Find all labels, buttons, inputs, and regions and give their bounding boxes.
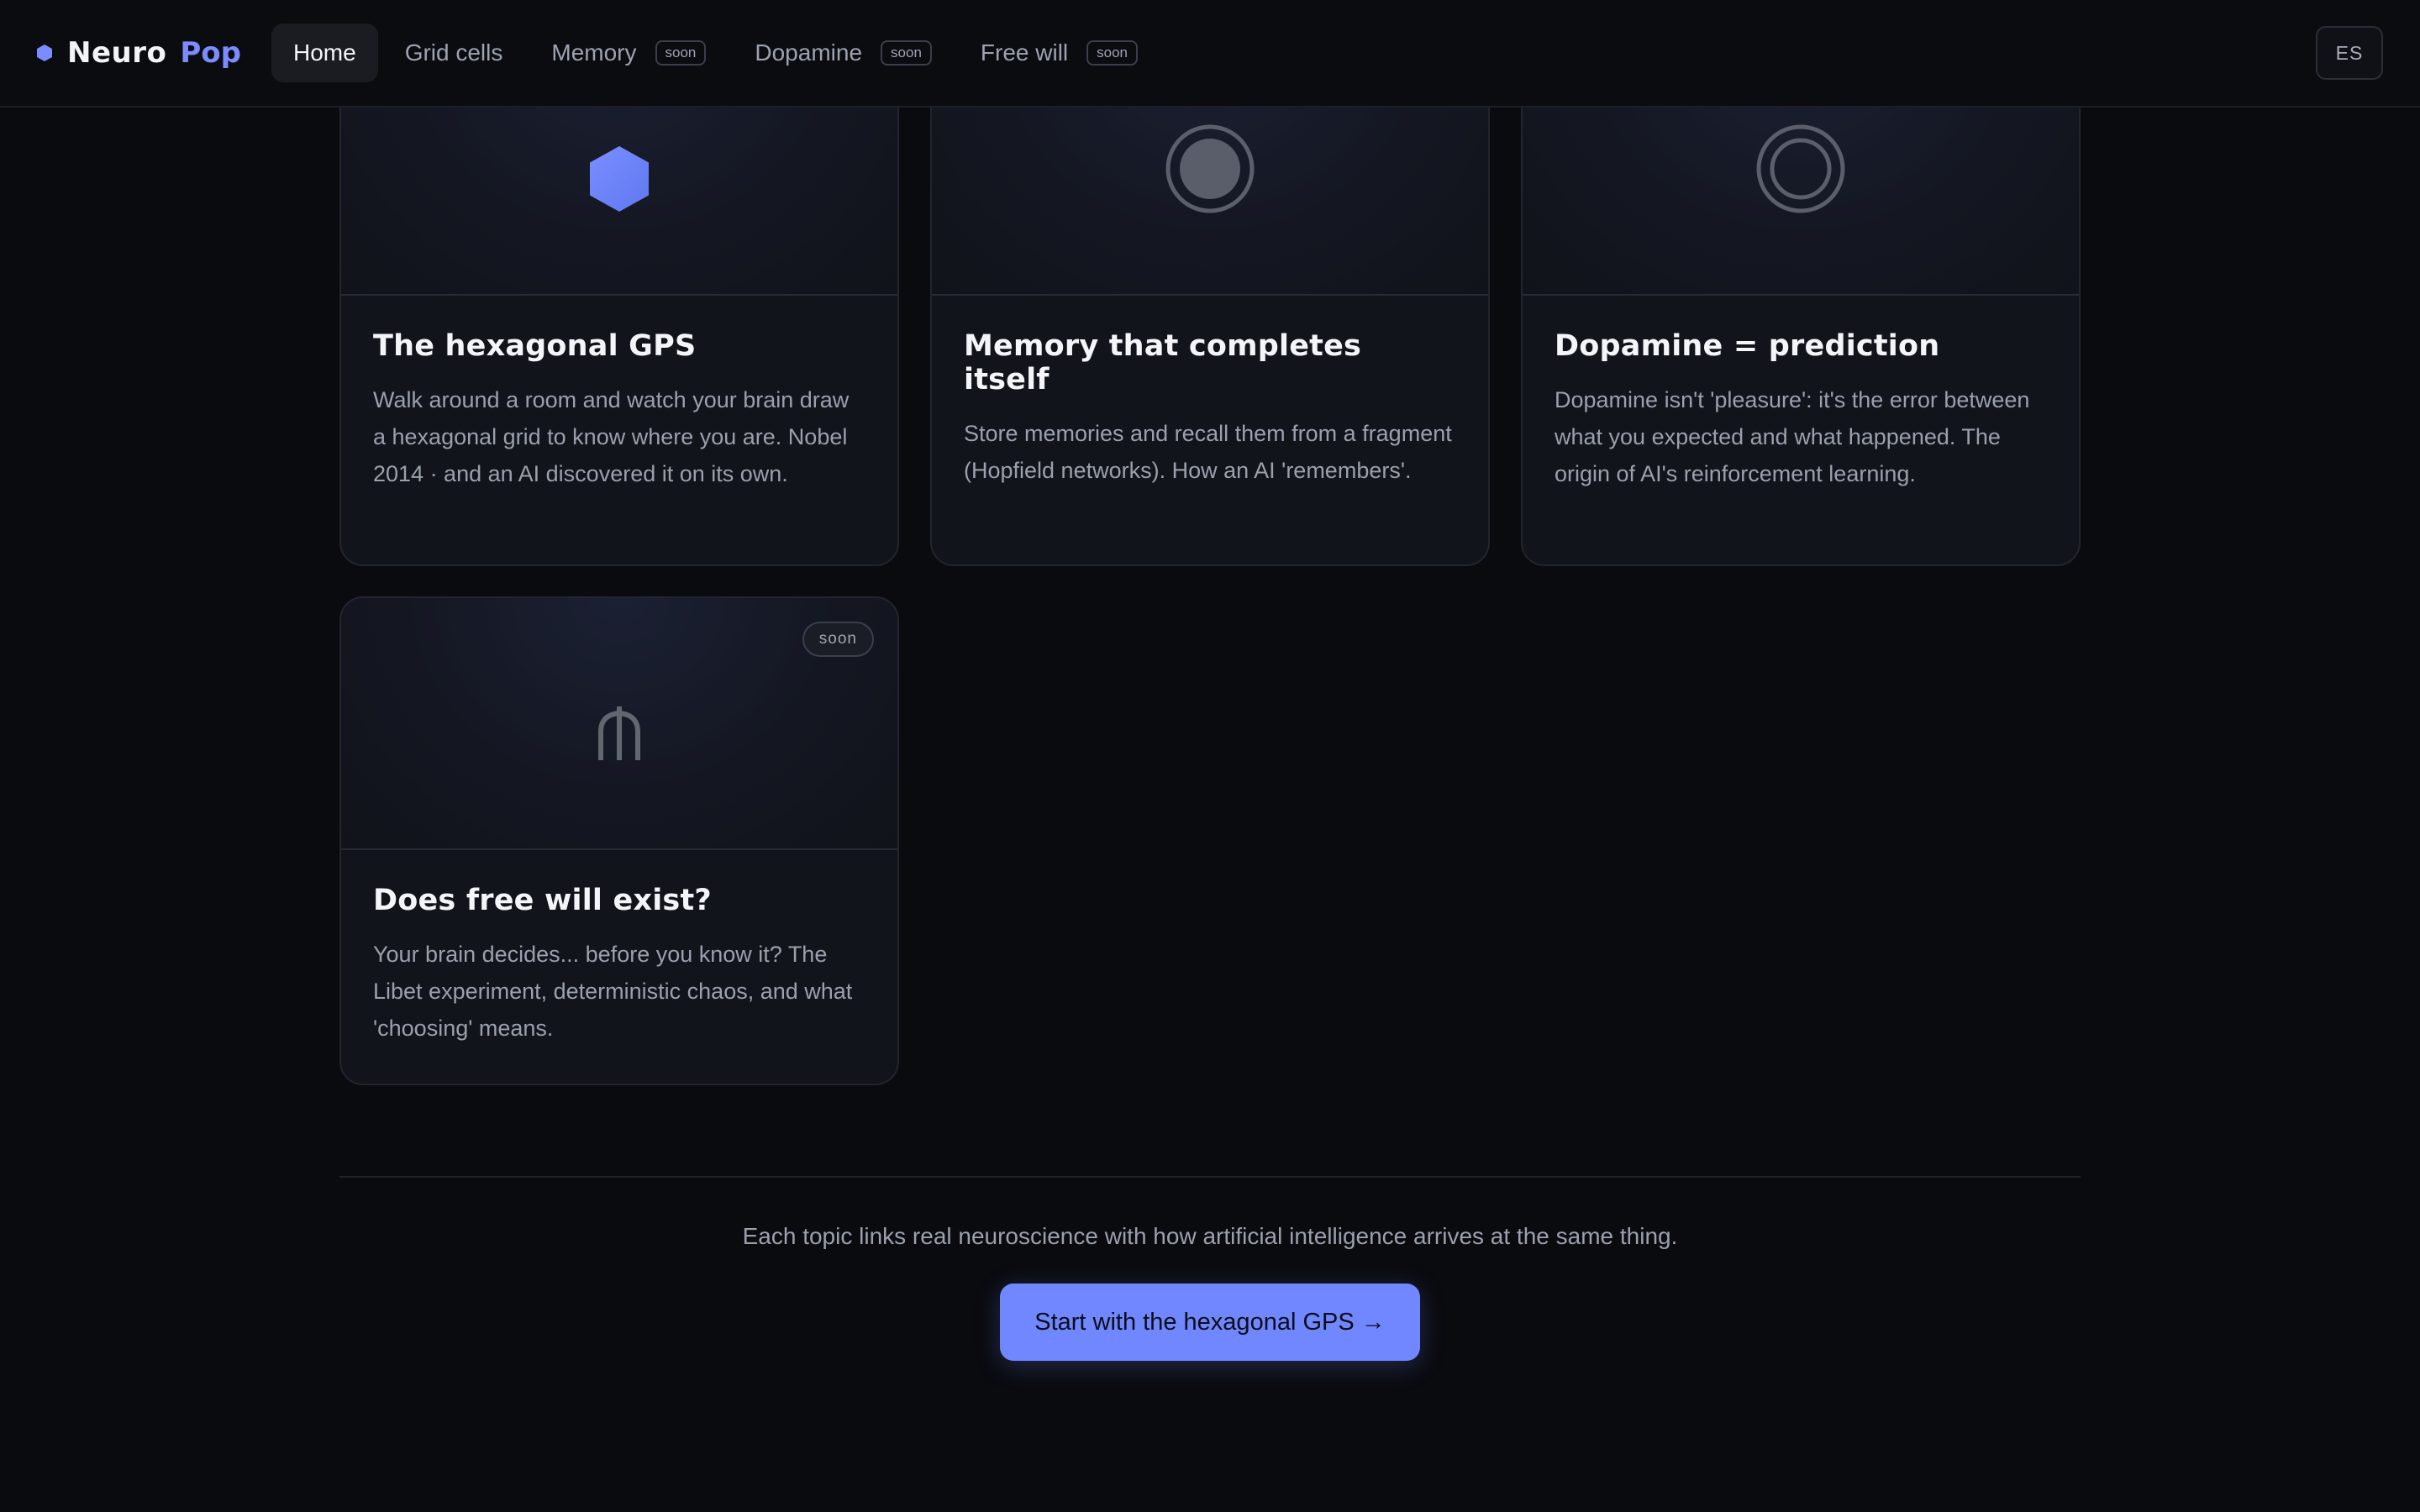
card-title: Dopamine = prediction: [1555, 329, 1940, 363]
soon-badge: soon: [802, 622, 874, 657]
logo-word-pop: Pop: [180, 36, 241, 70]
topic-card-free-will[interactable]: soon Does free will exist? Your brain de…: [339, 596, 899, 1085]
card-description: Your brain decides... before you know it…: [373, 942, 853, 1041]
card-title: Does free will exist?: [373, 884, 712, 917]
nav-items: Home Grid cells Memory soon Dopamine soo…: [271, 24, 1165, 82]
logo-word-neuro: Neuro: [67, 36, 167, 70]
card-title: The hexagonal GPS: [373, 329, 697, 363]
nav-item-grid-cells[interactable]: Grid cells: [383, 24, 525, 82]
card-visual: soon: [341, 598, 897, 850]
nav-item-memory[interactable]: Memory soon: [529, 24, 728, 82]
nav-item-label: Grid cells: [404, 39, 503, 66]
card-body: Memory that completes itself Store memor…: [932, 296, 1488, 526]
nav-item-label: Free will: [980, 39, 1069, 66]
start-cta-button[interactable]: Start with the hexagonal GPS →: [1000, 1284, 1420, 1361]
card-title: Memory that completes itself: [964, 329, 1362, 396]
card-body: The hexagonal GPS Walk around a room and…: [341, 296, 897, 529]
topic-card-dopamine[interactable]: Dopamine = prediction Dopamine isn't 'pl…: [1521, 42, 2081, 566]
card-description: Store memories and recall them from a fr…: [964, 421, 1452, 483]
card-body: Does free will exist? Your brain decides…: [341, 850, 897, 1084]
soon-badge: soon: [655, 40, 707, 66]
soon-badge: soon: [1086, 40, 1139, 66]
top-nav: Neuro Pop Home Grid cells Memory soon Do…: [0, 0, 2420, 108]
page: Neuro Pop Home Grid cells Memory soon Do…: [0, 0, 2420, 1512]
card-body: Dopamine = prediction Dopamine isn't 'pl…: [1523, 296, 2079, 529]
ring-icon: [1756, 124, 1845, 213]
footer-tagline: Each topic links real neuroscience with …: [742, 1223, 1678, 1249]
nav-item-label: Memory: [551, 39, 637, 66]
fork-icon: [598, 706, 640, 760]
card-description: Dopamine isn't 'pleasure': it's the erro…: [1555, 387, 2030, 486]
soon-badge: soon: [881, 40, 932, 66]
nav-item-home[interactable]: Home: [271, 24, 378, 82]
logo[interactable]: Neuro Pop: [37, 36, 241, 70]
hexagon-logo-icon: [37, 45, 52, 61]
nav-item-label: Home: [292, 39, 356, 66]
topic-card-hexagonal-gps[interactable]: The hexagonal GPS Walk around a room and…: [339, 42, 899, 566]
card-description: Walk around a room and watch your brain …: [373, 387, 850, 486]
nav-item-free-will[interactable]: Free will soon: [959, 24, 1160, 82]
section-divider: [339, 1176, 2081, 1178]
nav-item-label: Dopamine: [755, 39, 863, 66]
language-toggle-button[interactable]: ES: [2316, 26, 2383, 80]
topic-card-memory[interactable]: Memory that completes itself Store memor…: [930, 42, 1490, 566]
filled-circle-icon: [1165, 124, 1255, 213]
nav-item-dopamine[interactable]: Dopamine soon: [733, 24, 954, 82]
hexagon-icon: [590, 146, 649, 212]
